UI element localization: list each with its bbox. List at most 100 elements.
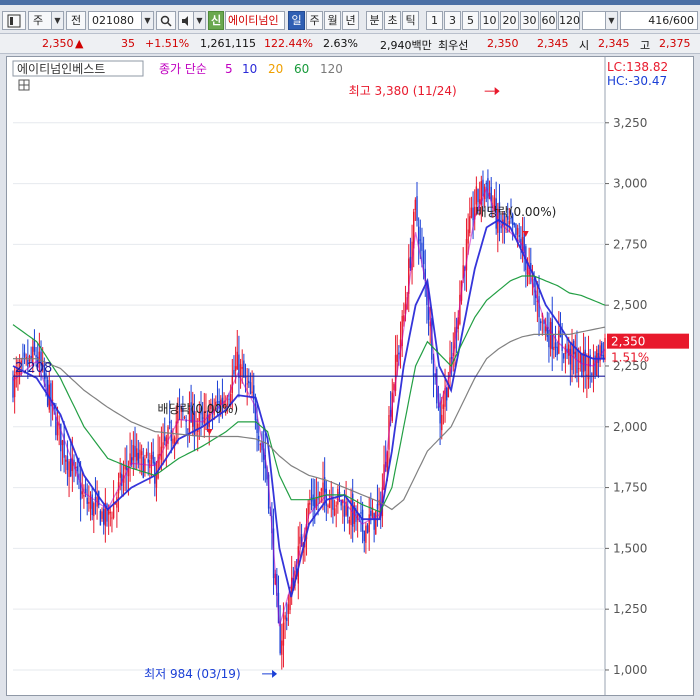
candle-body [441,414,443,431]
candle-body [363,530,365,542]
legend-ma-period: 5 [225,62,233,76]
candle-body [332,499,334,510]
candle-body [361,509,364,532]
period-button[interactable]: 분 [366,11,383,30]
candle-body [327,505,329,508]
stock-code-value: 021080 [92,14,134,27]
interval-button[interactable]: 1 [426,11,443,30]
candle-body [94,497,97,500]
candle-body [508,220,511,225]
candle-body [13,374,16,398]
stock-chart-panel[interactable]: 1,000 1,250 1,500 1,750 2,000 2,250 2,500 2,750… [6,56,694,696]
candle-body [579,353,581,363]
y-tick-label: 2,000 [613,420,647,434]
y-tick-label: 1,000 [613,663,647,677]
candle-body [513,222,516,225]
interval-button[interactable]: 60 [540,11,557,30]
period-button[interactable]: 틱 [402,11,419,30]
quote-bar: 2,350 ▲ 35 +1.51% 1,261,115 122.44% 2.63… [0,34,700,54]
high-label: 고 [640,39,651,52]
candle-body [248,380,250,384]
candle-body [243,360,245,378]
candle-body [149,460,151,469]
interval-button[interactable]: 120 [558,11,580,30]
candle-body [416,196,418,221]
period-button[interactable]: 주 [306,11,323,30]
candle-body [61,440,64,446]
candle-body [325,488,328,506]
ma-line-ma5 [12,186,606,627]
stock-code-input[interactable]: 021080 ▼ [88,11,154,30]
y-tick-label: 1,750 [613,481,647,495]
current-change-pct: 1.51% [611,351,649,365]
ma-line-ma20 [12,219,605,598]
candle-body [68,461,70,477]
period-button[interactable]: 년 [342,11,359,30]
candle-body [548,329,550,348]
low-annotation: 최저 984 (03/19) [144,667,241,681]
chart-layout-icon[interactable] [2,11,26,30]
candle-body [348,519,351,524]
candle-body [99,510,102,526]
interval-button[interactable]: 3 [444,11,461,30]
candle-body [422,250,425,265]
candle-body [500,225,502,229]
y-tick-label: 1,250 [613,602,647,616]
candle-body [83,495,85,497]
arrow-right-icon [272,669,278,678]
candle-body [137,452,140,464]
candle-body [396,354,398,362]
candle-body [287,604,290,614]
data-count[interactable]: 416/600 [620,11,698,30]
best-ask: 2,350 [487,37,519,50]
dividend-annotation: 배당락(0.00%) [158,402,239,416]
candle-body [333,508,336,516]
y-tick-label: 1,500 [613,541,647,555]
candle-body [241,367,243,369]
candle-body [152,451,154,464]
candle-body [35,354,37,358]
candle-body [539,321,542,324]
period-button[interactable]: 초 [384,11,401,30]
candle-body [569,348,572,365]
interval-button[interactable]: 10 [480,11,499,30]
candle-body [485,182,487,185]
trade-amount: 2,940백만 [380,39,432,52]
candle-body [70,458,72,477]
period-button[interactable]: 월 [324,11,341,30]
high-price: 2,375 [659,37,691,50]
prev-button[interactable]: 전 [66,11,86,30]
candle-body [102,508,105,525]
dividend-annotation: 배당락(0.00%) [476,205,557,219]
sound-icon[interactable]: ▼ [178,11,206,30]
candle-body [244,377,247,379]
candle-body [129,453,131,465]
candle-body [119,472,121,478]
chart-toolbar: 주 ▼ 전 021080 ▼ ▼ 신 에이티넘인 일 주 월 년 분 초 틱 1 3 5 10 20 3… [0,5,700,34]
candle-body [470,207,473,218]
candle-body [228,398,230,400]
candle-body [155,474,158,488]
candle-body [574,351,577,358]
candle-body [256,419,258,434]
price-chart[interactable]: 1,0001,2501,5001,7502,0002,2502,5002,750… [7,57,693,695]
market-label: 주 [33,14,44,27]
interval-input[interactable]: ▼ [582,11,618,30]
search-icon[interactable] [156,11,176,30]
candle-body [432,363,435,376]
ma-line-ma120 [13,326,606,511]
candle-body [591,373,593,375]
market-select[interactable]: 주 ▼ [28,11,64,30]
ma-line-ma60 [12,275,606,513]
interval-button[interactable]: 30 [520,11,539,30]
interval-button[interactable]: 20 [500,11,519,30]
candle-body [111,517,113,519]
candle-body [312,494,314,506]
candle-body [162,442,164,448]
interval-button[interactable]: 5 [462,11,479,30]
turnover-rate: 2.63% [323,37,358,50]
candle-body [23,352,26,357]
y-tick-label: 2,500 [613,298,647,312]
candle-body [109,512,111,514]
period-button[interactable]: 일 [288,11,305,30]
